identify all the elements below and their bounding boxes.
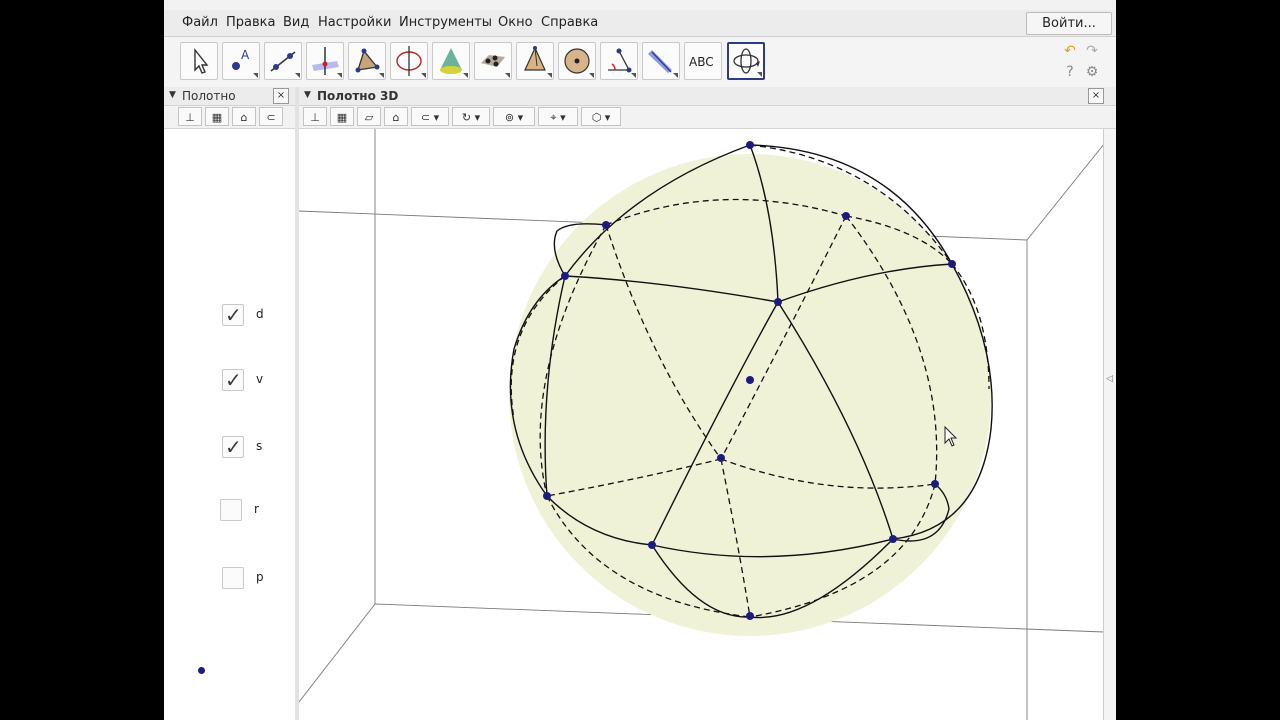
- point[interactable]: [561, 272, 569, 280]
- check-icon: ✓: [225, 303, 242, 327]
- point-capture-icon[interactable]: ⊂: [259, 107, 283, 126]
- geogebra-window: Файл Правка Вид Настройки Инструменты Ок…: [164, 10, 1116, 720]
- close-view-3d-button[interactable]: ×: [1088, 88, 1104, 104]
- help-icon[interactable]: ?: [1061, 63, 1079, 81]
- login-button[interactable]: Войти...: [1026, 12, 1112, 35]
- move-tool-icon: [194, 48, 209, 74]
- point[interactable]: [648, 541, 656, 549]
- expand-arrow-icon[interactable]: ◁: [1106, 374, 1113, 384]
- view-direction-dropdown-icon[interactable]: ⊚ ▾: [493, 107, 535, 126]
- home-view-icon[interactable]: ⌂: [384, 107, 408, 126]
- view-3d-title: Полотно 3D: [317, 89, 399, 103]
- point-capture-dropdown-icon[interactable]: ⊂ ▾: [411, 107, 449, 126]
- checkbox-r-box[interactable]: [220, 499, 242, 521]
- axes-toggle-icon[interactable]: ⊥: [178, 107, 202, 126]
- axes-toggle-icon[interactable]: ⊥: [303, 107, 327, 126]
- point[interactable]: [774, 298, 782, 306]
- undo-icon[interactable]: ↶: [1061, 42, 1079, 60]
- collapse-caret-icon[interactable]: ▼: [304, 90, 311, 100]
- point[interactable]: [948, 260, 956, 268]
- tool-line[interactable]: [264, 42, 302, 80]
- svg-text:A: A: [241, 48, 250, 62]
- menu-view[interactable]: Вид: [283, 15, 309, 30]
- tool-perpendicular[interactable]: [306, 42, 344, 80]
- sphere-surface[interactable]: [509, 154, 991, 636]
- checkbox-p-box[interactable]: [222, 567, 244, 589]
- view-3d-style-bar: ⊥ ▦ ▱ ⌂ ⊂ ▾ ↻ ▾ ⊚ ▾ ⌖ ▾ ⬡ ▾: [299, 106, 1116, 129]
- toolbar: A ABC ↶ ↷ ? ⚙: [164, 37, 1116, 88]
- close-graphics-panel-button[interactable]: ×: [273, 88, 289, 104]
- point[interactable]: [746, 141, 754, 149]
- tool-point[interactable]: A: [222, 42, 260, 80]
- view-3d-side-handle[interactable]: ◁: [1103, 129, 1116, 720]
- graphics-panel-title: Полотно: [182, 89, 236, 103]
- checkbox-s-label: s: [256, 439, 263, 453]
- home-view-icon[interactable]: ⌂: [232, 107, 256, 126]
- checkbox-d-box[interactable]: ✓: [222, 303, 244, 327]
- checkbox-v-label: v: [256, 372, 264, 386]
- checkbox-d-label: d: [256, 307, 264, 321]
- view-3d-panel: ▼ Полотно 3D × ⊥ ▦ ▱ ⌂ ⊂ ▾ ↻ ▾ ⊚ ▾ ⌖ ▾ ⬡…: [299, 87, 1116, 720]
- point[interactable]: [746, 612, 754, 620]
- projection-dropdown-icon[interactable]: ⌖ ▾: [538, 107, 578, 126]
- point[interactable]: [931, 480, 939, 488]
- checkbox-p-label: p: [256, 570, 264, 584]
- window-title-strip: [164, 0, 1116, 10]
- tool-angle[interactable]: [600, 42, 638, 80]
- menu-tools[interactable]: Инструменты: [399, 15, 492, 30]
- point[interactable]: [717, 454, 725, 462]
- check-icon: ✓: [225, 435, 242, 459]
- redo-icon[interactable]: ↷: [1083, 42, 1101, 60]
- box-view-dropdown-icon[interactable]: ⬡ ▾: [581, 107, 621, 126]
- tool-reflect-plane[interactable]: [642, 42, 680, 80]
- free-point[interactable]: [198, 667, 205, 674]
- point[interactable]: [543, 492, 551, 500]
- point[interactable]: [889, 535, 897, 543]
- tool-polygon[interactable]: [348, 42, 386, 80]
- checkbox-v-box[interactable]: ✓: [222, 368, 244, 392]
- menu-window[interactable]: Окно: [498, 15, 533, 30]
- grid-toggle-icon[interactable]: ▦: [205, 107, 229, 126]
- view-3d-header: ▼ Полотно 3D ×: [299, 87, 1116, 106]
- tool-plane[interactable]: [474, 42, 512, 80]
- tool-pyramid[interactable]: [516, 42, 554, 80]
- point[interactable]: [602, 221, 610, 229]
- rotate-view-dropdown-icon[interactable]: ↻ ▾: [452, 107, 490, 126]
- text-tool-icon: ABC: [689, 55, 714, 69]
- menu-file[interactable]: Файл: [182, 15, 218, 30]
- collapse-caret-icon[interactable]: ▼: [169, 90, 176, 100]
- menu-help[interactable]: Справка: [541, 15, 598, 30]
- tool-rotate-3d[interactable]: [727, 42, 765, 80]
- svg-text:ABC: ABC: [689, 55, 714, 69]
- view-3d-canvas[interactable]: [299, 129, 1104, 720]
- graphics-style-bar: ⊥ ▦ ⌂ ⊂: [164, 106, 295, 129]
- menu-settings[interactable]: Настройки: [318, 15, 391, 30]
- graphics-panel-header: ▼ Полотно ×: [164, 87, 295, 106]
- tool-circle-axis[interactable]: [390, 42, 428, 80]
- tool-sphere[interactable]: [558, 42, 596, 80]
- checkbox-s-box[interactable]: ✓: [222, 435, 244, 459]
- graphics-panel: ▼ Полотно × ⊥ ▦ ⌂ ⊂ ✓ d ✓ v ✓ s r p: [164, 87, 296, 720]
- check-icon: ✓: [225, 368, 242, 392]
- menu-edit[interactable]: Правка: [226, 15, 275, 30]
- checkbox-r-label: r: [254, 502, 259, 516]
- tool-move[interactable]: [180, 42, 218, 80]
- point[interactable]: [842, 212, 850, 220]
- sphere-center-point[interactable]: [746, 376, 754, 384]
- menu-bar: Файл Правка Вид Настройки Инструменты Ок…: [164, 10, 1116, 37]
- tool-text[interactable]: ABC: [684, 42, 722, 80]
- gear-icon[interactable]: ⚙: [1083, 63, 1101, 81]
- grid-toggle-icon[interactable]: ▦: [330, 107, 354, 126]
- plane-toggle-icon[interactable]: ▱: [357, 107, 381, 126]
- tool-intersect[interactable]: [432, 42, 470, 80]
